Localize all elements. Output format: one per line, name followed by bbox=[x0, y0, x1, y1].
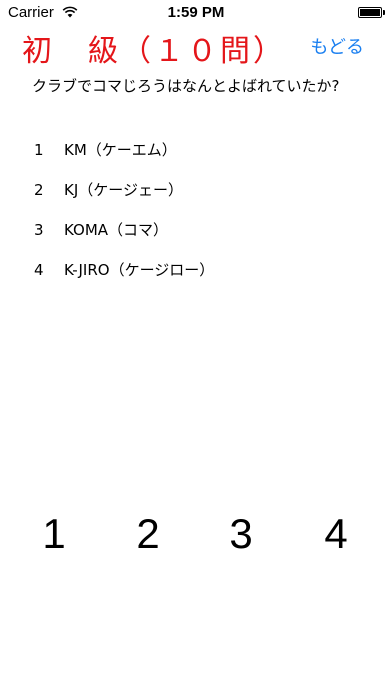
battery-icon bbox=[358, 7, 382, 18]
battery-tip bbox=[383, 10, 385, 15]
back-button[interactable]: もどる bbox=[310, 33, 364, 59]
option-number: 2 bbox=[34, 181, 44, 199]
question-text: クラブでコマじろうはなんとよばれていたか? bbox=[32, 77, 340, 95]
answer-button-3[interactable]: 3 bbox=[211, 506, 271, 562]
option-number: 1 bbox=[34, 141, 44, 159]
option-text: KM（ケーエム） bbox=[64, 141, 177, 159]
option-list: 1 KM（ケーエム） 2 KJ（ケージェー） 3 KOMA（コマ） 4 K-JI… bbox=[34, 139, 374, 299]
status-time: 1:59 PM bbox=[167, 4, 225, 21]
option-text: KJ（ケージェー） bbox=[64, 181, 183, 199]
option-item: 3 KOMA（コマ） bbox=[34, 219, 374, 259]
answer-buttons: 1 2 3 4 bbox=[0, 506, 392, 566]
option-text: K-JIRO（ケージロー） bbox=[64, 261, 215, 279]
option-number: 3 bbox=[34, 221, 44, 239]
battery-fill bbox=[360, 9, 380, 16]
option-item: 1 KM（ケーエム） bbox=[34, 139, 374, 179]
status-bar: Carrier 1:59 PM bbox=[0, 0, 392, 26]
page-title: 初 級（１０問） bbox=[22, 34, 286, 69]
option-item: 4 K-JIRO（ケージロー） bbox=[34, 259, 374, 299]
option-text: KOMA（コマ） bbox=[64, 221, 169, 239]
option-item: 2 KJ（ケージェー） bbox=[34, 179, 374, 219]
answer-button-4[interactable]: 4 bbox=[306, 506, 366, 562]
option-number: 4 bbox=[34, 261, 44, 279]
answer-button-1[interactable]: 1 bbox=[24, 506, 84, 562]
answer-button-2[interactable]: 2 bbox=[118, 506, 178, 562]
